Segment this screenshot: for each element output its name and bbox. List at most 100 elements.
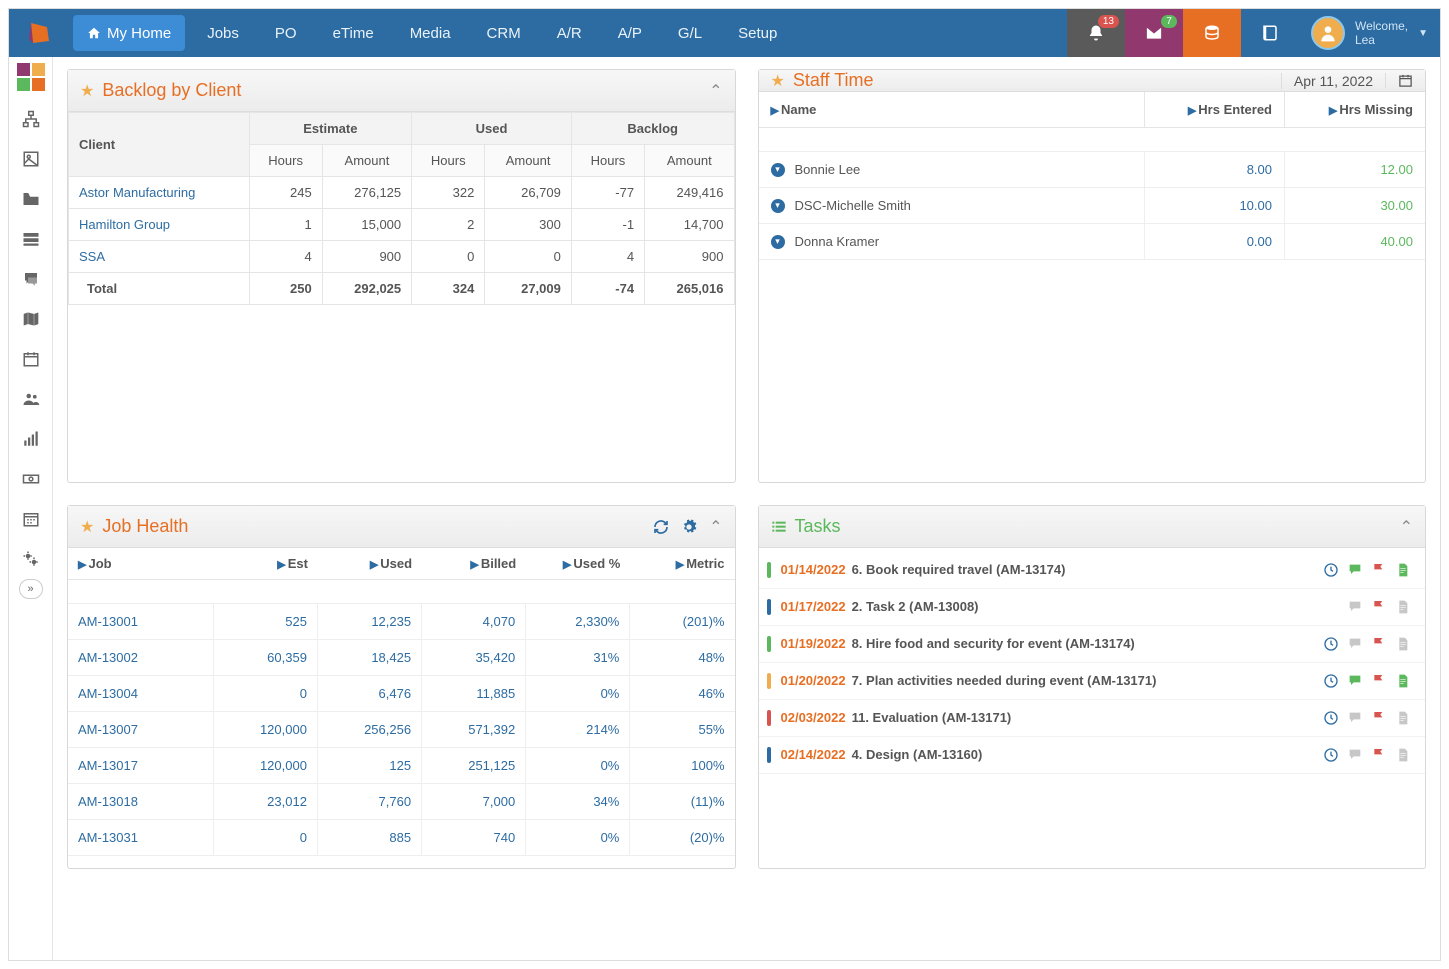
flag-icon[interactable] <box>1371 562 1387 578</box>
hrs-entered[interactable]: 10.00 <box>1145 188 1285 223</box>
comment-icon[interactable] <box>1347 636 1363 652</box>
date-picker-button[interactable] <box>1385 73 1425 88</box>
expand-row-icon[interactable]: ▾ <box>771 199 785 213</box>
hrs-missing[interactable]: 40.00 <box>1285 224 1425 259</box>
clock-icon[interactable] <box>1323 562 1339 578</box>
apps-grid-icon[interactable] <box>17 63 45 91</box>
map-icon[interactable] <box>9 299 53 339</box>
database-button[interactable] <box>1183 9 1241 57</box>
job-link[interactable]: AM-13007 <box>68 712 214 747</box>
client-link[interactable]: Astor Manufacturing <box>69 177 250 209</box>
task-item[interactable]: 01/20/2022 7. Plan activities needed dur… <box>759 663 1426 700</box>
refresh-icon[interactable] <box>653 519 669 535</box>
hrs-missing[interactable]: 30.00 <box>1285 188 1425 223</box>
nav-jobs[interactable]: Jobs <box>189 9 257 57</box>
staff-name-link[interactable]: Donna Kramer <box>795 234 880 249</box>
expand-icon[interactable]: » <box>19 579 43 599</box>
col-job[interactable]: ▶Job <box>68 548 214 579</box>
col-name[interactable]: ▶Name <box>759 92 1146 127</box>
collapse-icon[interactable]: ⌃ <box>709 517 722 537</box>
clock-icon[interactable] <box>1323 636 1339 652</box>
clock-icon[interactable] <box>1323 747 1339 763</box>
chart-icon[interactable] <box>9 419 53 459</box>
col-est[interactable]: ▶Est <box>214 548 318 579</box>
comment-icon[interactable] <box>1347 710 1363 726</box>
clock-icon[interactable] <box>1323 710 1339 726</box>
nav-myhome[interactable]: My Home <box>73 15 185 51</box>
help-button[interactable] <box>1241 9 1299 57</box>
flag-icon[interactable] <box>1371 673 1387 689</box>
job-link[interactable]: AM-13031 <box>68 820 214 855</box>
clock-icon[interactable] <box>1323 673 1339 689</box>
flag-icon[interactable] <box>1371 636 1387 652</box>
folder-icon[interactable] <box>9 179 53 219</box>
hrs-entered[interactable]: 0.00 <box>1145 224 1285 259</box>
user-menu[interactable]: Welcome, Lea ▼ <box>1299 9 1440 57</box>
flag-icon[interactable] <box>1371 747 1387 763</box>
nav-po[interactable]: PO <box>257 9 315 57</box>
document-icon[interactable] <box>1395 747 1411 763</box>
tasks-list[interactable]: 01/14/2022 6. Book required travel (AM-1… <box>759 548 1426 868</box>
collapse-icon[interactable]: ⌃ <box>1400 517 1413 537</box>
calendar-icon[interactable] <box>9 339 53 379</box>
settings-icon[interactable] <box>9 539 53 579</box>
users-icon[interactable] <box>9 379 53 419</box>
col-hrs-missing[interactable]: ▶Hrs Missing <box>1285 92 1425 127</box>
messages-button[interactable]: 7 <box>1125 9 1183 57</box>
staff-name-link[interactable]: DSC-Michelle Smith <box>795 198 911 213</box>
staff-name-link[interactable]: Bonnie Lee <box>795 162 861 177</box>
task-item[interactable]: 01/19/2022 8. Hire food and security for… <box>759 626 1426 663</box>
server-icon[interactable] <box>9 219 53 259</box>
client-link[interactable]: SSA <box>69 241 250 273</box>
comment-icon[interactable] <box>1347 747 1363 763</box>
nav-media[interactable]: Media <box>392 9 469 57</box>
collapse-icon[interactable]: ⌃ <box>709 81 722 101</box>
staff-time-panel: ★ Staff Time Apr 11, 2022 ▶Name ▶Hrs Ent… <box>758 69 1427 483</box>
task-item[interactable]: 01/14/2022 6. Book required travel (AM-1… <box>759 552 1426 589</box>
col-usedp[interactable]: ▶Used % <box>526 548 630 579</box>
comment-icon[interactable] <box>1347 673 1363 689</box>
nav-gl[interactable]: G/L <box>660 9 720 57</box>
job-link[interactable]: AM-13017 <box>68 748 214 783</box>
gear-icon[interactable] <box>681 519 697 535</box>
job-link[interactable]: AM-13018 <box>68 784 214 819</box>
nav-etime[interactable]: eTime <box>315 9 392 57</box>
document-icon[interactable] <box>1395 562 1411 578</box>
comment-icon[interactable] <box>1347 562 1363 578</box>
flag-icon[interactable] <box>1371 599 1387 615</box>
priority-bar <box>767 562 771 578</box>
job-link[interactable]: AM-13004 <box>68 676 214 711</box>
nav-crm[interactable]: CRM <box>469 9 539 57</box>
col-used[interactable]: ▶Used <box>318 548 422 579</box>
flag-icon[interactable] <box>1371 710 1387 726</box>
nav-ap[interactable]: A/P <box>600 9 660 57</box>
expand-row-icon[interactable]: ▾ <box>771 163 785 177</box>
task-item[interactable]: 02/14/2022 4. Design (AM-13160) <box>759 737 1426 774</box>
comment-icon[interactable] <box>1347 599 1363 615</box>
image-icon[interactable] <box>9 139 53 179</box>
col-billed[interactable]: ▶Billed <box>422 548 526 579</box>
job-link[interactable]: AM-13001 <box>68 604 214 639</box>
col-metric[interactable]: ▶Metric <box>630 548 734 579</box>
schedule-icon[interactable] <box>9 499 53 539</box>
task-item[interactable]: 02/03/2022 11. Evaluation (AM-13171) <box>759 700 1426 737</box>
document-icon[interactable] <box>1395 673 1411 689</box>
panel-title: Job Health <box>102 516 188 537</box>
expand-row-icon[interactable]: ▾ <box>771 235 785 249</box>
col-hrs-entered[interactable]: ▶Hrs Entered <box>1145 92 1285 127</box>
client-link[interactable]: Hamilton Group <box>69 209 250 241</box>
document-icon[interactable] <box>1395 710 1411 726</box>
nav-ar[interactable]: A/R <box>539 9 600 57</box>
notifications-button[interactable]: 13 <box>1067 9 1125 57</box>
hrs-entered[interactable]: 8.00 <box>1145 152 1285 187</box>
document-icon[interactable] <box>1395 599 1411 615</box>
money-icon[interactable] <box>9 459 53 499</box>
document-icon[interactable] <box>1395 636 1411 652</box>
app-logo[interactable] <box>9 9 69 57</box>
chat-icon[interactable] <box>9 259 53 299</box>
task-item[interactable]: 01/17/2022 2. Task 2 (AM-13008) <box>759 589 1426 626</box>
job-link[interactable]: AM-13002 <box>68 640 214 675</box>
sitemap-icon[interactable] <box>9 99 53 139</box>
nav-setup[interactable]: Setup <box>720 9 795 57</box>
hrs-missing[interactable]: 12.00 <box>1285 152 1425 187</box>
